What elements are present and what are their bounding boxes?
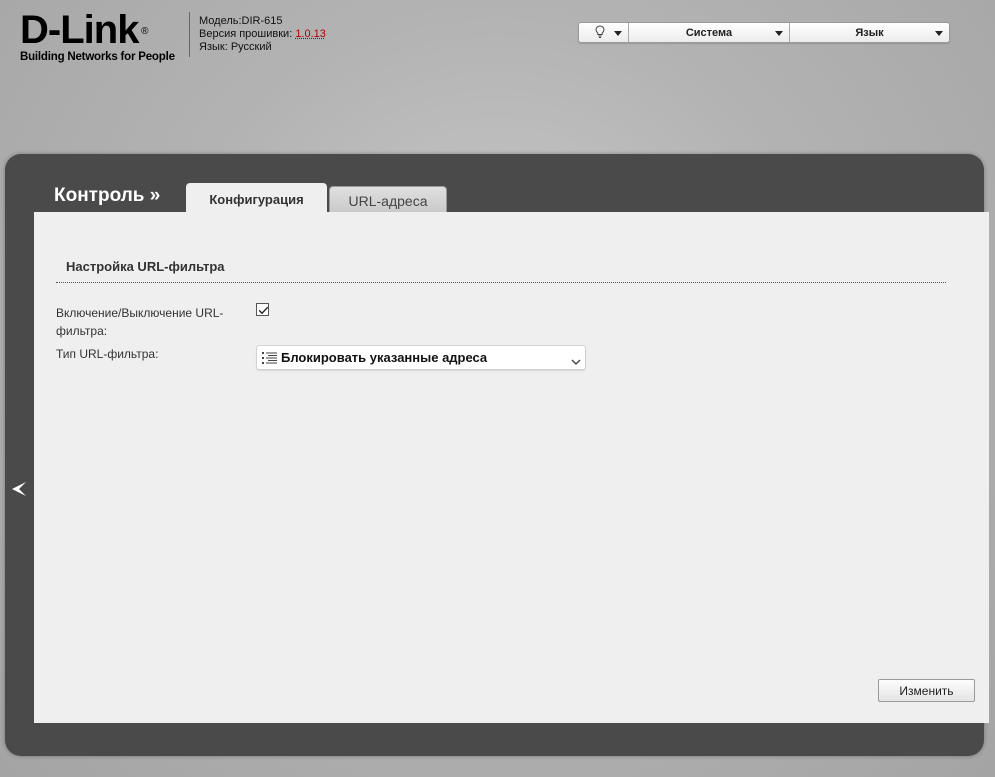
enable-filter-checkbox[interactable] bbox=[256, 303, 269, 316]
logo-wordmark: D-Link ® bbox=[20, 8, 149, 52]
model-text: Модель:DIR-615 bbox=[199, 15, 283, 27]
filter-type-select[interactable]: Блокировать указанные адреса bbox=[256, 345, 586, 370]
group-title: Настройка URL-фильтра bbox=[66, 259, 225, 274]
device-info: Модель:DIR-615 Версия прошивки: 1.0.13 Я… bbox=[199, 15, 326, 54]
chevron-down-icon bbox=[614, 31, 622, 36]
system-menu-button[interactable]: Система bbox=[629, 23, 790, 42]
header-divider bbox=[189, 12, 190, 57]
change-button[interactable]: Изменить bbox=[878, 679, 975, 702]
filter-type-label: Тип URL-фильтра: bbox=[56, 347, 159, 361]
hint-menu-button[interactable] bbox=[579, 23, 629, 42]
page-title: Контроль » bbox=[54, 185, 161, 206]
lightbulb-icon bbox=[595, 24, 605, 41]
tab-url-addresses[interactable]: URL-адреса bbox=[329, 186, 447, 214]
chevron-down-icon bbox=[775, 31, 783, 36]
dlink-logo: D-Link ® Building Networks for People bbox=[20, 10, 185, 63]
checkmark-icon bbox=[258, 306, 269, 315]
enable-filter-label: Включение/Выключение URL-фильтра: bbox=[56, 306, 224, 338]
top-menu-bar: Система Язык bbox=[578, 22, 950, 43]
language-menu-button[interactable]: Язык bbox=[790, 23, 949, 42]
group-divider bbox=[56, 282, 946, 283]
firmware-text: Версия прошивки: 1.0.13 bbox=[199, 28, 326, 40]
filter-type-value: Блокировать указанные адреса bbox=[281, 350, 488, 365]
tab-configuration[interactable]: Конфигурация bbox=[186, 183, 327, 215]
logo-tagline: Building Networks for People bbox=[20, 51, 175, 63]
list-icon bbox=[262, 351, 277, 370]
language-text: Язык: Русский bbox=[199, 41, 272, 53]
collapse-menu-arrow-icon[interactable] bbox=[11, 480, 27, 498]
firmware-version-link[interactable]: 1.0.13 bbox=[295, 28, 326, 40]
chevron-down-icon bbox=[935, 31, 943, 36]
chevron-down-icon bbox=[571, 353, 581, 371]
content-panel bbox=[34, 212, 989, 723]
